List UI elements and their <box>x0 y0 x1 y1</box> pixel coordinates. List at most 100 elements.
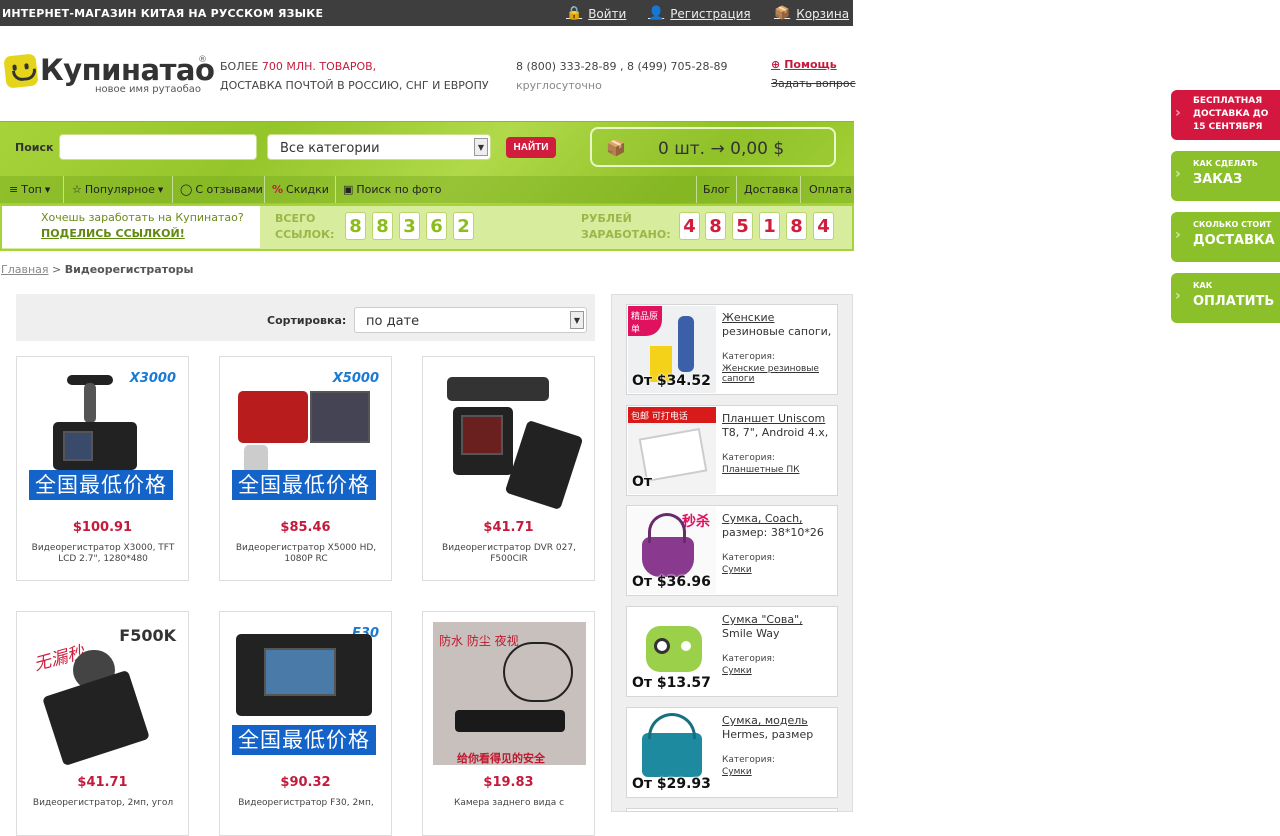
sidebar-category-link[interactable]: Женские резиновые сапоги <box>722 364 834 384</box>
sidebar-title[interactable]: Сумка "Сова", Smile Way <box>722 613 834 641</box>
sidebar-product[interactable]: 精品原单 От $34.52 Женские резиновые сапоги, … <box>626 304 838 395</box>
sort-value: по дате <box>366 314 420 329</box>
header-phones: 8 (800) 333-28-89 , 8 (499) 705-28-89 кр… <box>516 57 728 95</box>
promo-how-to-order[interactable]: КАК СДЕЛАТЬ ЗАКАЗ <box>1171 151 1280 201</box>
search-button[interactable]: НАЙТИ <box>506 137 556 158</box>
nav-reviews[interactable]: ◯ С отзывами <box>180 183 263 196</box>
product-description[interactable]: Видеорегистратор, 2мп, угол <box>23 798 183 809</box>
sidebar-category-link[interactable]: Сумки <box>722 565 834 575</box>
sidebar-product[interactable]: 秒杀 От $36.96 Сумка, Coach, размер: 38*10*… <box>626 505 838 596</box>
site-logo[interactable]: Купинатао ® новое имя рутаобао <box>3 53 215 97</box>
sidebar-category-link[interactable]: Сумки <box>722 767 834 777</box>
register-link[interactable]: 👤 Регистрация <box>648 6 751 21</box>
percent-icon: % <box>272 183 284 196</box>
product-price: $19.83 <box>483 775 534 790</box>
product-image[interactable]: F30 全国最低价格 <box>230 622 383 765</box>
owl-eyes <box>654 638 670 654</box>
links-label-1: ВСЕГО <box>275 212 316 225</box>
product-description[interactable]: Камера заднего вида с <box>429 798 589 809</box>
sidebar-product[interactable]: От $29.93 Сумка, модель Hermes, размер Ка… <box>626 707 838 798</box>
promo-text-main: ДОСТАВКА <box>1193 233 1275 248</box>
nav-photo-search[interactable]: ▣ Поиск по фото <box>343 183 441 196</box>
category-select[interactable]: Все категории ▼ <box>267 134 491 160</box>
sidebar-title-rest: Hermes, размер <box>722 728 814 741</box>
sidebar-title[interactable]: Сумка, Coach, размер: 38*10*26 <box>722 512 834 540</box>
logo-name: Купинатао <box>40 53 215 87</box>
sidebar-title-rest: размер: 38*10*26 <box>722 526 824 539</box>
product-card[interactable]: 防水 防尘 夜视 给你看得见的安全 $19.83 Камера заднего … <box>422 611 595 836</box>
nav-delivery[interactable]: Доставка <box>744 183 798 196</box>
top-bar: ИНТЕРНЕТ-МАГАЗИН КИТАЯ НА РУССКОМ ЯЗЫКЕ … <box>0 0 853 26</box>
sidebar-title-link[interactable]: Женские <box>722 311 774 324</box>
sidebar-product[interactable] <box>626 808 838 812</box>
sidebar-category-label: Категория: <box>722 654 775 664</box>
product-image[interactable]: 防水 防尘 夜视 给你看得见的安全 <box>433 622 586 765</box>
product-description[interactable]: Видеорегистратор DVR 027, F500CIR <box>429 543 589 565</box>
nav-payment[interactable]: Оплата <box>809 183 852 196</box>
login-link[interactable]: 🔒 Войти <box>566 6 626 21</box>
dropdown-arrow-icon[interactable]: ▼ <box>474 138 488 156</box>
nav-top[interactable]: ≡ Топ ▼ <box>9 183 50 196</box>
sidebar-title[interactable]: Женские резиновые сапоги, <box>722 311 834 339</box>
share-link[interactable]: ПОДЕЛИСЬ ССЫЛКОЙ! <box>41 227 185 240</box>
promo-how-to-pay[interactable]: КАК ОПЛАТИТЬ <box>1171 273 1280 323</box>
nav-divider <box>264 176 265 203</box>
help-link[interactable]: ⊕ Помощь <box>771 55 856 74</box>
nav-blog[interactable]: Блог <box>703 183 730 196</box>
nav-divider <box>63 176 64 203</box>
cart-link[interactable]: 📦 Корзина <box>774 6 849 21</box>
sidebar-title-link[interactable]: Планшет Uniscom <box>722 412 825 425</box>
nav-popular[interactable]: ☆ Популярное ▼ <box>72 183 163 196</box>
sidebar-price: От $34.52 <box>632 373 711 389</box>
product-card[interactable]: X3000 全国最低价格 $100.91 Видеорегистратор X3… <box>16 356 189 581</box>
product-image[interactable]: X5000 全国最低价格 <box>230 367 383 510</box>
product-image[interactable]: X3000 全国最低价格 <box>27 367 180 510</box>
dropdown-arrow-icon[interactable]: ▼ <box>570 311 584 329</box>
ask-question-link[interactable]: Задать вопрос <box>771 74 856 93</box>
bag-shape <box>642 537 694 577</box>
promo-free-delivery[interactable]: БЕСПЛАТНАЯ ДОСТАВКА ДО 15 СЕНТЯБРЯ <box>1171 90 1280 140</box>
promo-text-top: СКОЛЬКО СТОИТ <box>1193 220 1272 229</box>
sidebar-category-link[interactable]: Планшетные ПК <box>722 465 834 475</box>
product-model: X5000 <box>332 371 379 386</box>
sidebar-title-link[interactable]: Сумка, Coach, <box>722 512 803 525</box>
product-image[interactable]: F500K 无漏秒 <box>27 622 180 765</box>
sidebar-product[interactable]: 包邮 可打电话 От Планшет Uniscom T8, 7", Androi… <box>626 405 838 496</box>
product-card[interactable]: X5000 全国最低价格 $85.46 Видеорегистратор X50… <box>219 356 392 581</box>
bag-handle <box>648 513 686 543</box>
promo-delivery-cost[interactable]: СКОЛЬКО СТОИТ ДОСТАВКА <box>1171 212 1280 262</box>
product-description[interactable]: Видеорегистратор F30, 2мп, <box>226 798 386 809</box>
sidebar-product[interactable]: От $13.57 Сумка "Сова", Smile Way Категор… <box>626 606 838 697</box>
sidebar-product-image[interactable]: От $29.93 <box>628 709 716 796</box>
product-card[interactable]: $41.71 Видеорегистратор DVR 027, F500CIR <box>422 356 595 581</box>
sidebar-title[interactable]: Сумка, модель Hermes, размер <box>722 714 834 742</box>
login-label: Войти <box>588 6 627 21</box>
sort-select[interactable]: по дате ▼ <box>354 307 587 333</box>
sidebar-title-link[interactable]: Сумка, модель <box>722 714 808 727</box>
search-input[interactable] <box>59 134 257 160</box>
sidebar-product-image[interactable]: 秒杀 От $36.96 <box>628 507 716 594</box>
product-price: $85.46 <box>280 520 331 535</box>
product-card[interactable]: F30 全国最低价格 $90.32 Видеорегистратор F30, … <box>219 611 392 836</box>
product-description[interactable]: Видеорегистратор X5000 HD, 1080P RC <box>226 543 386 565</box>
sidebar-category-label: Категория: <box>722 453 775 463</box>
search-label: Поиск <box>15 141 54 154</box>
nav-divider <box>335 176 336 203</box>
links-digit: 3 <box>399 212 420 240</box>
breadcrumb-home[interactable]: Главная <box>1 263 49 276</box>
product-card[interactable]: F500K 无漏秒 $41.71 Видеорегистратор, 2мп, … <box>16 611 189 836</box>
product-image[interactable] <box>433 367 586 510</box>
nav-discounts[interactable]: % Скидки <box>272 183 329 196</box>
cart-summary[interactable]: 📦 0 шт. → 0,00 $ <box>590 127 836 167</box>
promo-tag: 精品原单 <box>628 306 662 336</box>
sidebar-title[interactable]: Планшет Uniscom T8, 7", Android 4.x, <box>722 412 834 440</box>
product-description[interactable]: Видеорегистратор X3000, TFT LCD 2.7", 12… <box>23 543 183 565</box>
sidebar-product-image[interactable]: От $13.57 <box>628 608 716 695</box>
links-label-2: ССЫЛОК: <box>275 228 335 241</box>
sidebar-title-link[interactable]: Сумка "Сова", <box>722 613 803 626</box>
referral-box: Хочешь заработать на Купинатао? ПОДЕЛИСЬ… <box>2 206 260 248</box>
sidebar-product-image[interactable]: 包邮 可打电话 От <box>628 407 716 494</box>
sidebar-product-image[interactable]: 精品原单 От $34.52 <box>628 306 716 393</box>
sidebar-category-link[interactable]: Сумки <box>722 666 834 676</box>
help-label: Помощь <box>784 58 837 71</box>
